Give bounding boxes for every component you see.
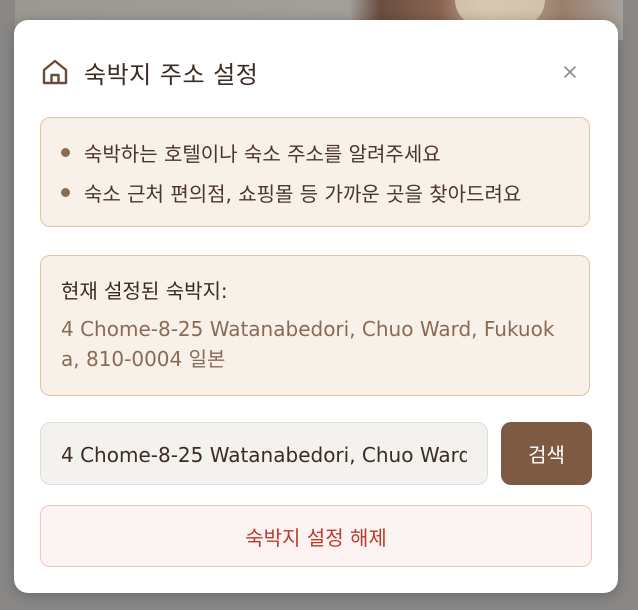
clear-accommodation-button[interactable]: 숙박지 설정 해제 [40,505,592,567]
current-accommodation-label: 현재 설정된 숙박지: [61,279,228,303]
info-box: 숙박하는 호텔이나 숙소 주소를 알려주세요 숙소 근처 편의점, 쇼핑몰 등 … [40,117,590,227]
bullet-icon [61,187,70,197]
home-icon [42,59,68,85]
bullet-icon [61,147,70,157]
info-item: 숙소 근처 편의점, 쇼핑몰 등 가까운 곳을 찾아드려요 [61,178,569,206]
info-item-text: 숙박하는 호텔이나 숙소 주소를 알려주세요 [84,141,441,166]
current-accommodation-box: 현재 설정된 숙박지: 4 Chome-8-25 Watanabedori, C… [40,255,590,396]
dialog-header: 숙박지 주소 설정 [40,54,258,90]
info-item-text: 숙소 근처 편의점, 쇼핑몰 등 가까운 곳을 찾아드려요 [84,181,522,206]
accommodation-address-dialog: 숙박지 주소 설정 숙박하는 호텔이나 숙소 주소를 알려주세요 숙소 근처 편… [14,20,618,593]
address-search-input[interactable] [40,422,488,485]
dialog-title: 숙박지 주소 설정 [84,60,259,89]
info-item: 숙박하는 호텔이나 숙소 주소를 알려주세요 [61,138,569,166]
current-accommodation-address: 4 Chome-8-25 Watanabedori, Chuo Ward, Fu… [61,317,555,371]
search-button[interactable]: 검색 [501,422,592,485]
close-icon[interactable] [560,62,580,82]
